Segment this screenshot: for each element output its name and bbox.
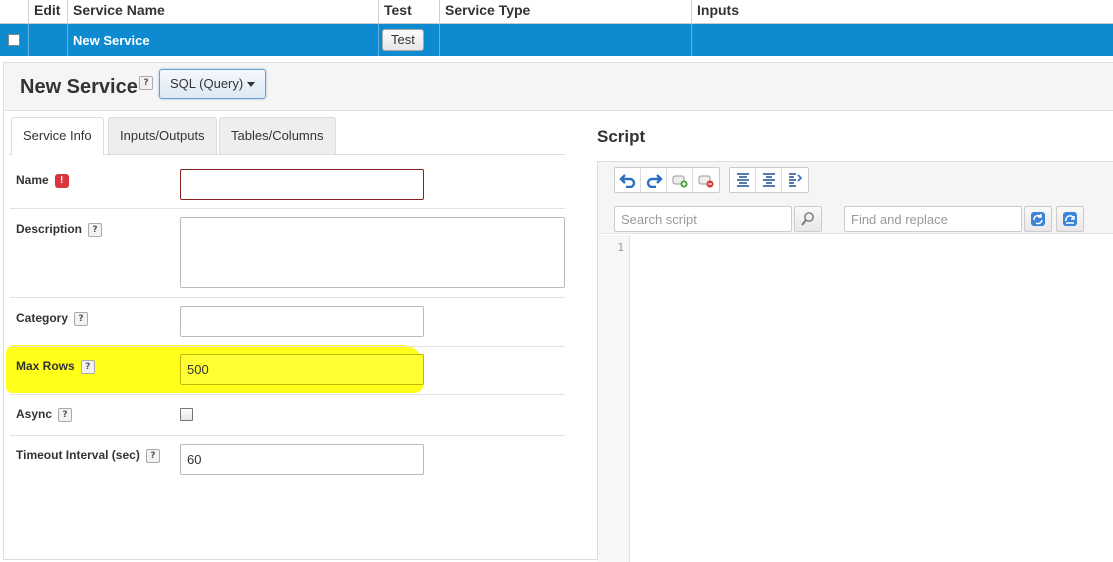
row-inputs[interactable] — [692, 24, 1113, 56]
service-type-dropdown[interactable]: SQL (Query) — [159, 69, 267, 99]
help-icon[interactable]: ? — [80, 359, 95, 374]
script-editor: 1 — [597, 161, 1113, 562]
help-icon[interactable]: ? — [88, 222, 103, 237]
tab-service-info[interactable]: Service Info — [11, 117, 104, 155]
max-rows-row: Max Rows? — [10, 347, 565, 395]
row-test-cell: Test — [379, 24, 440, 56]
category-label: Category — [16, 311, 69, 325]
header-service-name[interactable]: Service Name — [68, 0, 379, 23]
replace-all-icon[interactable] — [1056, 206, 1084, 232]
name-label-wrap: Name! — [16, 173, 69, 188]
grid-header: Edit Service Name Test Service Type Inpu… — [0, 0, 1113, 24]
max-rows-label: Max Rows — [16, 359, 75, 373]
script-title: Script — [597, 127, 646, 146]
replace-icon[interactable] — [1024, 206, 1052, 232]
row-service-name[interactable]: New Service — [68, 24, 379, 56]
header-select-column — [0, 0, 29, 23]
max-rows-field[interactable] — [180, 354, 424, 385]
description-row: Description? — [10, 209, 565, 298]
name-field[interactable] — [180, 169, 424, 200]
caret-down-icon — [247, 82, 256, 88]
editor-header: New Service ? SQL (Query) — [4, 63, 1113, 111]
header-test[interactable]: Test — [379, 0, 440, 23]
timeout-label: Timeout Interval (sec) — [16, 448, 140, 462]
max-rows-label-wrap: Max Rows? — [16, 359, 95, 374]
help-icon[interactable]: ? — [58, 407, 73, 422]
indent-icon[interactable] — [730, 168, 756, 192]
row-select-cell — [0, 24, 29, 56]
async-label-wrap: Async? — [16, 407, 73, 422]
row-service-type[interactable] — [440, 24, 692, 56]
remove-comment-icon[interactable] — [693, 168, 719, 192]
async-row: Async? — [10, 395, 565, 436]
help-icon[interactable]: ? — [139, 76, 153, 90]
line-number-gutter: 1 — [598, 235, 630, 562]
test-button[interactable]: Test — [382, 29, 424, 51]
description-label-wrap: Description? — [16, 222, 103, 237]
row-checkbox[interactable] — [8, 34, 20, 46]
page-title: New Service — [20, 76, 138, 98]
required-icon: ! — [54, 173, 69, 188]
line-number: 1 — [617, 241, 624, 254]
table-row[interactable]: New Service Test — [0, 24, 1113, 56]
undo-icon[interactable] — [615, 168, 641, 192]
outdent-icon[interactable] — [756, 168, 782, 192]
description-field[interactable] — [180, 217, 565, 288]
async-label: Async — [16, 407, 53, 421]
row-edit-cell[interactable] — [29, 24, 68, 56]
tab-inputs-outputs[interactable]: Inputs/Outputs — [108, 117, 217, 154]
category-label-wrap: Category? — [16, 311, 89, 326]
help-icon[interactable]: ? — [74, 311, 89, 326]
services-grid: Edit Service Name Test Service Type Inpu… — [0, 0, 1113, 56]
service-type-label: SQL (Query) — [170, 76, 244, 91]
async-checkbox[interactable] — [180, 408, 193, 421]
timeout-label-wrap: Timeout Interval (sec)? — [16, 448, 160, 463]
category-row: Category? — [10, 298, 565, 347]
service-editor-panel: New Service ? SQL (Query) Service Info I… — [3, 62, 1113, 562]
redo-icon[interactable] — [641, 168, 667, 192]
format-tool-group — [729, 167, 809, 193]
timeout-field[interactable] — [180, 444, 424, 475]
tab-tables-columns[interactable]: Tables/Columns — [219, 117, 336, 154]
edit-tool-group — [614, 167, 720, 193]
name-label: Name — [16, 173, 49, 187]
format-icon[interactable] — [782, 168, 808, 192]
help-icon[interactable]: ? — [145, 448, 160, 463]
timeout-row: Timeout Interval (sec)? — [10, 436, 565, 484]
category-field[interactable] — [180, 306, 424, 337]
find-replace-input[interactable] — [844, 206, 1022, 232]
description-label: Description — [16, 222, 83, 236]
add-comment-icon[interactable] — [667, 168, 693, 192]
script-toolbar — [598, 162, 1113, 234]
header-edit[interactable]: Edit — [29, 0, 68, 23]
search-icon[interactable] — [794, 206, 822, 232]
editor-tabs: Service Info Inputs/Outputs Tables/Colum… — [9, 117, 565, 155]
header-inputs[interactable]: Inputs — [692, 0, 1113, 23]
search-script-input[interactable] — [614, 206, 792, 232]
header-service-type[interactable]: Service Type — [440, 0, 692, 23]
name-row: Name! — [10, 156, 565, 209]
